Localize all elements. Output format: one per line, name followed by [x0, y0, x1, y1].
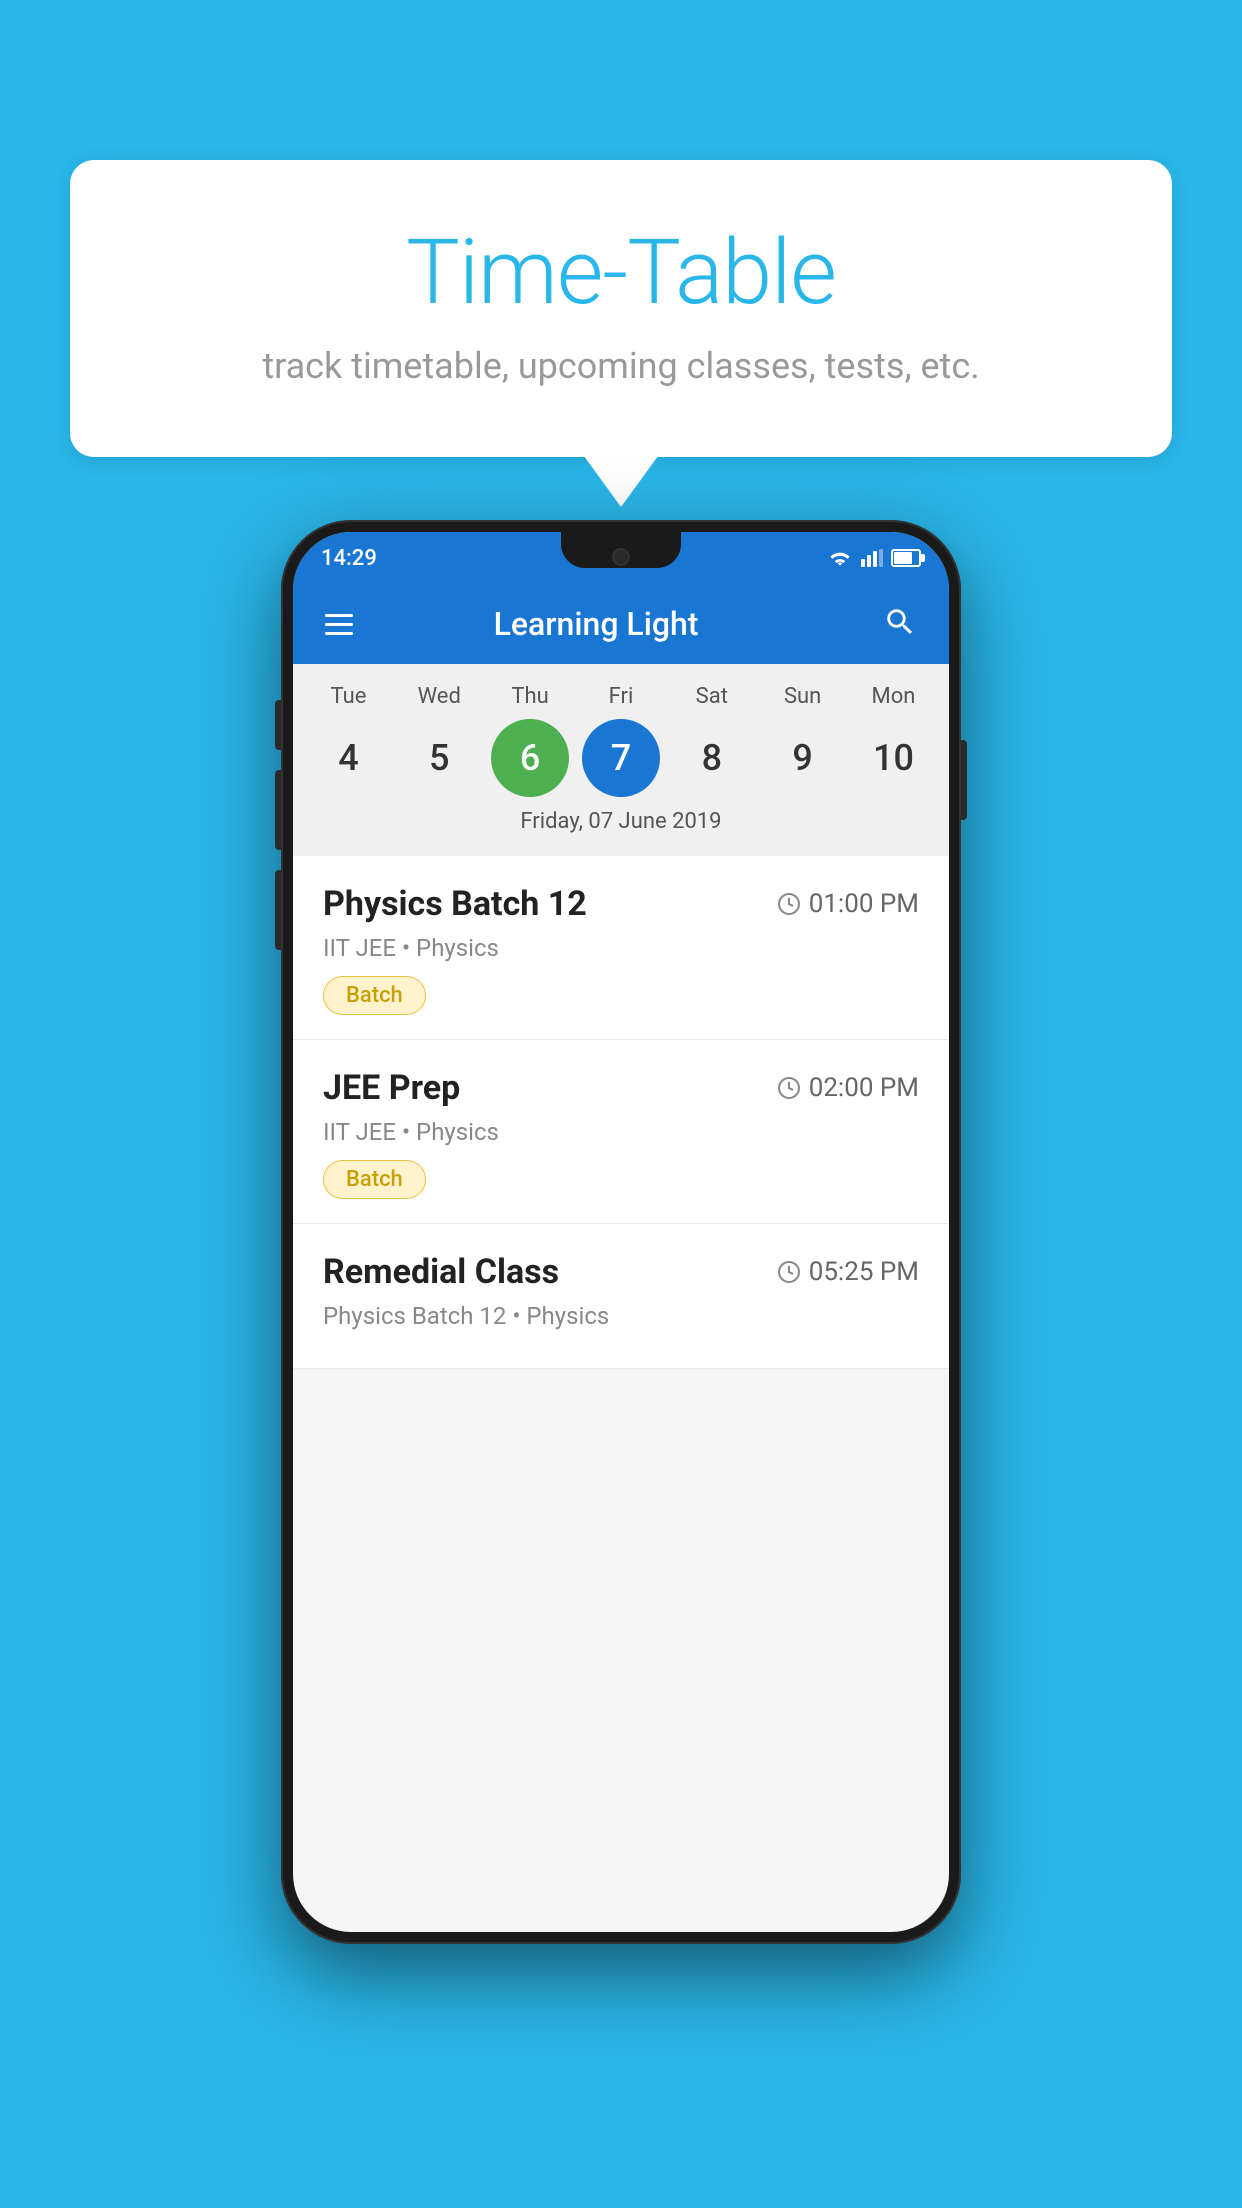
- silent-button: [275, 870, 281, 950]
- power-button: [961, 740, 967, 820]
- schedule-item-header-3: Remedial Class 05:25 PM: [323, 1252, 919, 1292]
- phone-notch: [561, 532, 681, 568]
- day-9[interactable]: 9: [764, 719, 842, 797]
- day-label-wed: Wed: [400, 684, 478, 709]
- schedule-subtitle-1: IIT JEE • Physics: [323, 934, 919, 962]
- schedule-item-3[interactable]: Remedial Class 05:25 PM Physics Batch 12…: [293, 1224, 949, 1369]
- batch-badge-1: Batch: [323, 976, 426, 1015]
- day-7-selected[interactable]: 7: [582, 719, 660, 797]
- calendar-strip: Tue Wed Thu Fri Sat Sun Mon 4 5 6 7 8 9 …: [293, 664, 949, 856]
- phone-container: 14:29: [281, 520, 961, 1944]
- schedule-subtitle-2: IIT JEE • Physics: [323, 1118, 919, 1146]
- search-button[interactable]: [875, 597, 925, 651]
- day-label-tue: Tue: [309, 684, 387, 709]
- schedule-time-3: 05:25 PM: [777, 1257, 919, 1287]
- schedule-time-1: 01:00 PM: [777, 889, 919, 919]
- day-6-today[interactable]: 6: [491, 719, 569, 797]
- day-label-sun: Sun: [764, 684, 842, 709]
- speech-bubble: Time-Table track timetable, upcoming cla…: [70, 160, 1172, 457]
- schedule-title-2: JEE Prep: [323, 1068, 460, 1108]
- day-label-thu: Thu: [491, 684, 569, 709]
- day-numbers: 4 5 6 7 8 9 10: [303, 719, 939, 797]
- status-icons: [827, 548, 921, 568]
- schedule-title-1: Physics Batch 12: [323, 884, 587, 924]
- bubble-title: Time-Table: [120, 220, 1122, 325]
- clock-icon-3: [777, 1260, 801, 1284]
- signal-icon: [861, 548, 883, 568]
- schedule-list: Physics Batch 12 01:00 PM IIT JEE • Phys…: [293, 856, 949, 1369]
- bubble-subtitle: track timetable, upcoming classes, tests…: [120, 345, 1122, 387]
- phone-screen: 14:29: [293, 532, 949, 1932]
- clock-icon-1: [777, 892, 801, 916]
- schedule-item-header-1: Physics Batch 12 01:00 PM: [323, 884, 919, 924]
- volume-down-button: [275, 770, 281, 850]
- volume-up-button: [275, 700, 281, 750]
- day-4[interactable]: 4: [309, 719, 387, 797]
- day-10[interactable]: 10: [854, 719, 932, 797]
- speech-bubble-container: Time-Table track timetable, upcoming cla…: [70, 160, 1172, 457]
- day-label-fri: Fri: [582, 684, 660, 709]
- day-5[interactable]: 5: [400, 719, 478, 797]
- status-time: 14:29: [321, 546, 377, 571]
- schedule-item-header-2: JEE Prep 02:00 PM: [323, 1068, 919, 1108]
- day-headers: Tue Wed Thu Fri Sat Sun Mon: [303, 684, 939, 709]
- selected-date-label: Friday, 07 June 2019: [303, 809, 939, 846]
- batch-badge-2: Batch: [323, 1160, 426, 1199]
- schedule-item-2[interactable]: JEE Prep 02:00 PM IIT JEE • Physics Batc…: [293, 1040, 949, 1224]
- day-8[interactable]: 8: [673, 719, 751, 797]
- schedule-item-1[interactable]: Physics Batch 12 01:00 PM IIT JEE • Phys…: [293, 856, 949, 1040]
- search-icon: [883, 605, 917, 639]
- schedule-subtitle-3: Physics Batch 12 • Physics: [323, 1302, 919, 1330]
- clock-icon-2: [777, 1076, 801, 1100]
- schedule-time-2: 02:00 PM: [777, 1073, 919, 1103]
- schedule-title-3: Remedial Class: [323, 1252, 559, 1292]
- battery-icon: [891, 549, 921, 567]
- app-title: Learning Light: [317, 605, 875, 643]
- wifi-icon: [827, 548, 853, 568]
- phone-camera: [612, 548, 630, 566]
- day-label-mon: Mon: [854, 684, 932, 709]
- day-label-sat: Sat: [673, 684, 751, 709]
- app-bar: Learning Light: [293, 584, 949, 664]
- phone-frame: 14:29: [281, 520, 961, 1944]
